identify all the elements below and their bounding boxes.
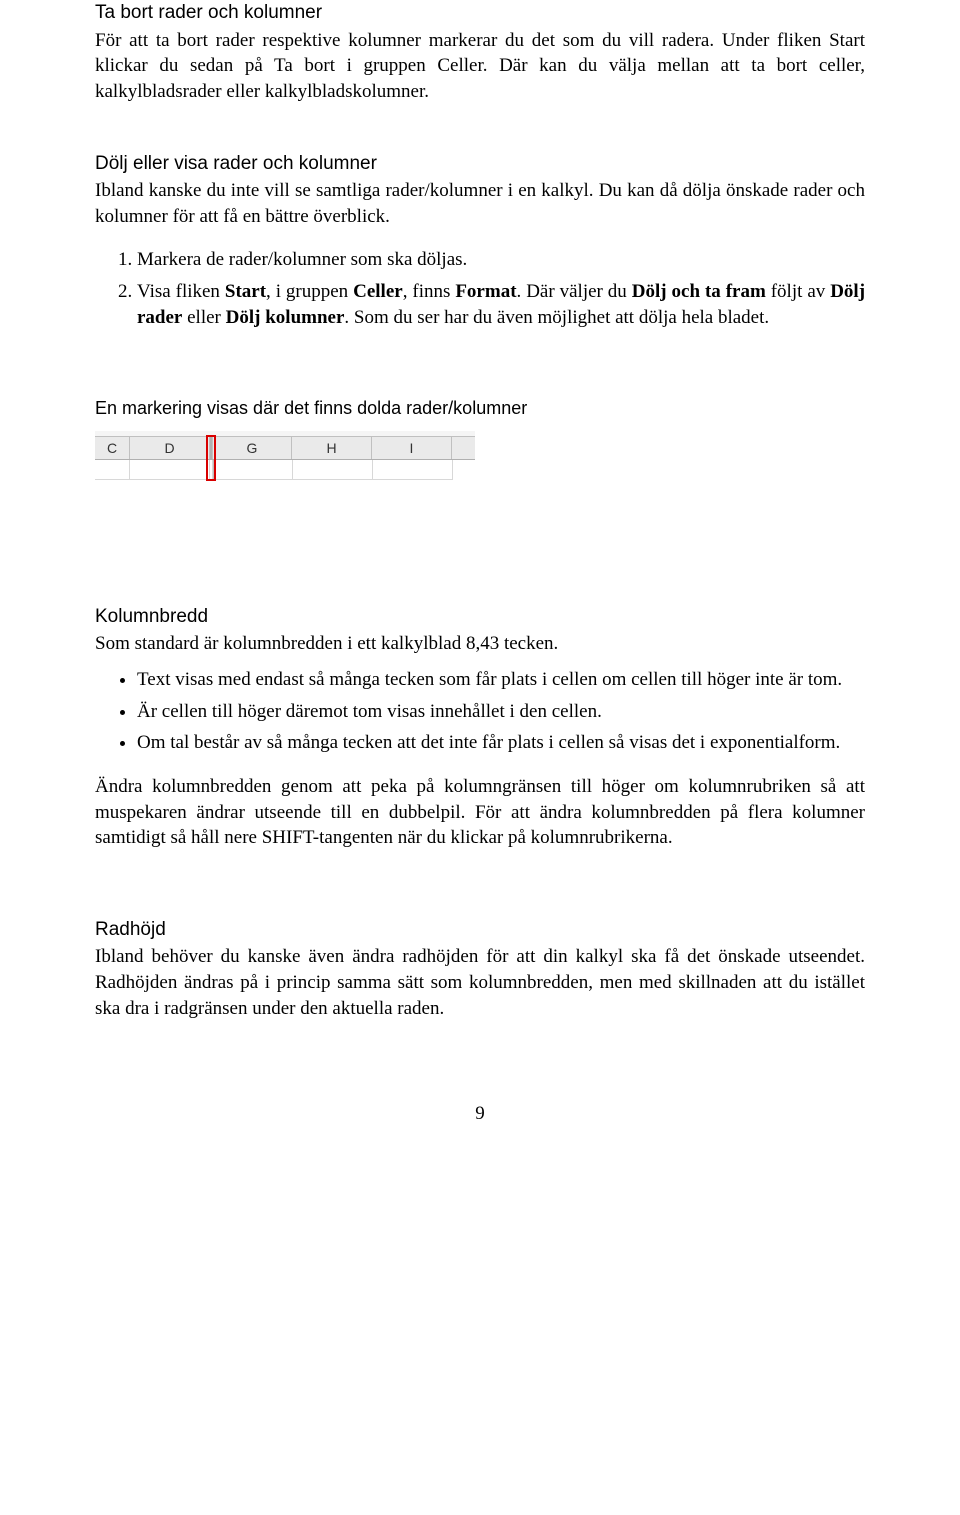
excel-column-header-strip: C D G H I bbox=[95, 431, 475, 480]
paragraph-rowheight-body: Ibland behöver du kanske även ändra radh… bbox=[95, 944, 865, 1021]
paragraph-hide-intro: Ibland kanske du inte vill se samtliga r… bbox=[95, 178, 865, 229]
list-item: Är cellen till höger däremot tom visas i… bbox=[137, 699, 865, 725]
paragraph-delete-body: För att ta bort rader respektive kolumne… bbox=[95, 28, 865, 105]
page-number: 9 bbox=[95, 1101, 865, 1127]
hide-steps-list: Markera de rader/kolumner som ska döljas… bbox=[95, 247, 865, 330]
list-item: Om tal består av så många tecken att det… bbox=[137, 730, 865, 756]
list-item: Markera de rader/kolumner som ska döljas… bbox=[137, 247, 865, 273]
excel-col-header-d: D bbox=[130, 437, 210, 459]
paragraph-colwidth-after: Ändra kolumnbredden genom att peka på ko… bbox=[95, 774, 865, 851]
list-item: Visa fliken Start, i gruppen Celler, fin… bbox=[137, 279, 865, 330]
hidden-marker-caption: En markering visas där det finns dolda r… bbox=[95, 396, 865, 420]
excel-hidden-columns-indicator bbox=[210, 437, 212, 459]
paragraph-colwidth-intro: Som standard är kolumnbredden i ett kalk… bbox=[95, 631, 865, 657]
excel-col-header-c: C bbox=[95, 437, 130, 459]
excel-col-header-g: G bbox=[212, 437, 292, 459]
heading-row-height: Radhöjd bbox=[95, 917, 865, 943]
heading-hide-show: Dölj eller visa rader och kolumner bbox=[95, 151, 865, 177]
excel-col-header-i: I bbox=[372, 437, 452, 459]
excel-col-header-h: H bbox=[292, 437, 372, 459]
colwidth-bullets: Text visas med endast så många tecken so… bbox=[95, 667, 865, 756]
list-item: Text visas med endast så många tecken so… bbox=[137, 667, 865, 693]
heading-delete-rows-cols: Ta bort rader och kolumner bbox=[95, 0, 865, 26]
heading-column-width: Kolumnbredd bbox=[95, 604, 865, 630]
